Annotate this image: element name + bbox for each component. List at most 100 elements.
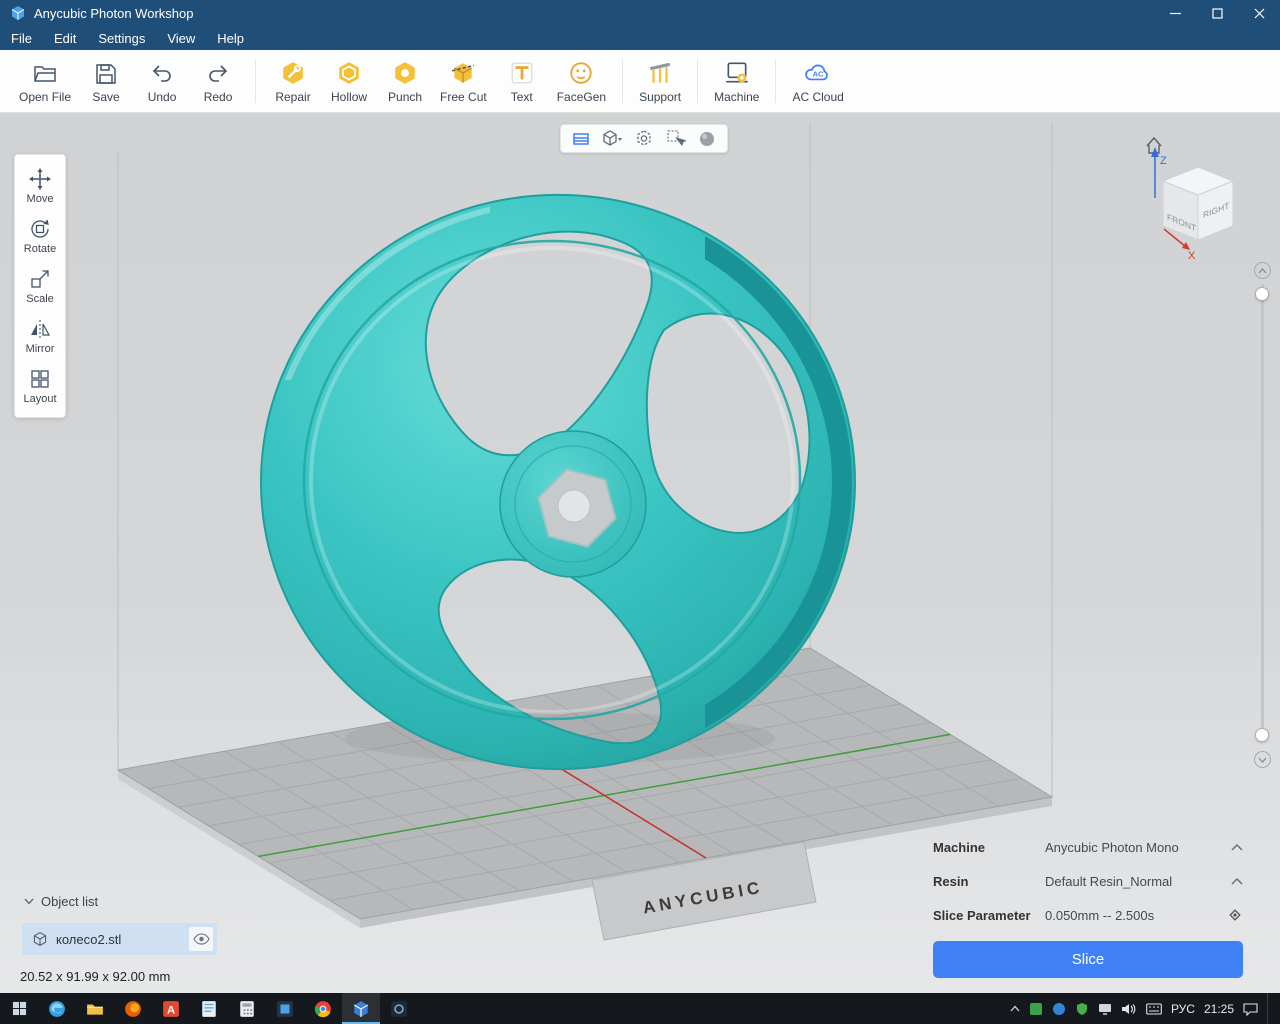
- view-cube[interactable]: Z FRONT RIGHT X: [1147, 138, 1233, 262]
- redo-icon: [206, 58, 230, 86]
- facegen-button[interactable]: FaceGen: [550, 52, 613, 110]
- start-button[interactable]: [0, 993, 38, 1024]
- layer-slider-up-button[interactable]: [1254, 262, 1271, 279]
- text-button[interactable]: Text: [494, 52, 550, 110]
- hub-center-hole: [558, 490, 590, 522]
- taskbar-notes-app-icon[interactable]: [190, 993, 228, 1024]
- visibility-toggle[interactable]: [189, 927, 213, 951]
- layer-slider-upper-handle[interactable]: [1255, 287, 1269, 301]
- title-bar: Anycubic Photon Workshop: [0, 0, 1280, 26]
- slice-button[interactable]: Slice: [933, 941, 1243, 978]
- object-list-header[interactable]: Object list: [24, 894, 98, 909]
- taskbar-photon-workshop-icon[interactable]: [342, 993, 380, 1024]
- text-icon: [509, 58, 535, 86]
- machine-button[interactable]: Machine: [707, 52, 766, 110]
- save-button[interactable]: Save: [78, 52, 134, 110]
- repair-button[interactable]: Repair: [265, 52, 321, 110]
- taskbar: A: [0, 993, 1280, 1024]
- menu-bar: File Edit Settings View Help: [0, 26, 1280, 50]
- slice-parameter-edit-icon[interactable]: [1227, 907, 1243, 923]
- menu-view[interactable]: View: [156, 28, 206, 49]
- volume-icon[interactable]: [1121, 1002, 1137, 1016]
- close-button[interactable]: [1238, 0, 1280, 26]
- taskbar-edge-icon[interactable]: [38, 993, 76, 1024]
- language-indicator[interactable]: РУС: [1171, 1002, 1195, 1016]
- transparent-view-button[interactable]: [631, 127, 657, 151]
- model-dimensions: 20.52 x 91.99 x 92.00 mm: [20, 969, 170, 984]
- app-logo-icon: [10, 5, 26, 21]
- mirror-tool[interactable]: Mirror: [15, 311, 65, 361]
- layer-slider-down-button[interactable]: [1254, 751, 1271, 768]
- free-cut-button[interactable]: Free Cut: [433, 52, 494, 110]
- chevron-down-icon: [24, 898, 34, 905]
- window-title: Anycubic Photon Workshop: [34, 6, 193, 21]
- undo-icon: [150, 58, 174, 86]
- show-desktop-button[interactable]: [1267, 993, 1272, 1024]
- punch-button[interactable]: Punch: [377, 52, 433, 110]
- machine-row[interactable]: Machine Anycubic Photon Mono: [933, 835, 1243, 859]
- build-plate: ANYCUBIC: [118, 648, 1052, 940]
- object-list-title: Object list: [41, 894, 98, 909]
- move-tool[interactable]: Move: [15, 161, 65, 211]
- menu-file[interactable]: File: [0, 28, 43, 49]
- machine-collapse-icon[interactable]: [1231, 843, 1243, 851]
- taskbar-firefox-icon[interactable]: [114, 993, 152, 1024]
- taskbar-calculator-app-icon[interactable]: [228, 993, 266, 1024]
- taskbar-chrome-icon[interactable]: [304, 993, 342, 1024]
- clock[interactable]: 21:25: [1204, 1002, 1234, 1016]
- rotate-tool[interactable]: Rotate: [15, 211, 65, 261]
- model-wheel[interactable]: [261, 195, 855, 769]
- slice-parameter-row[interactable]: Slice Parameter 0.050mm -- 2.500s: [933, 903, 1243, 927]
- tray-antivirus-icon[interactable]: [1029, 1002, 1043, 1016]
- machine-icon: [724, 58, 750, 86]
- transform-tool-panel: Move Rotate Scale Mirror La: [14, 154, 66, 418]
- rotate-icon: [29, 218, 51, 240]
- render-mode-button[interactable]: [599, 127, 625, 151]
- free-cut-icon: [450, 58, 476, 86]
- resin-row[interactable]: Resin Default Resin_Normal: [933, 869, 1243, 893]
- menu-edit[interactable]: Edit: [43, 28, 87, 49]
- tray-shield-icon[interactable]: [1075, 1002, 1089, 1016]
- axis-x-label: X: [1188, 250, 1196, 262]
- support-button[interactable]: Support: [632, 52, 688, 110]
- facegen-icon: [568, 58, 594, 86]
- layer-slider-track[interactable]: [1261, 284, 1264, 742]
- layout-tool[interactable]: Layout: [15, 361, 65, 411]
- layout-icon: [29, 368, 51, 390]
- plate-view-button[interactable]: [568, 127, 594, 151]
- resin-collapse-icon[interactable]: [1231, 877, 1243, 885]
- open-file-button[interactable]: Open File: [12, 52, 78, 110]
- sphere-view-button[interactable]: [694, 127, 720, 151]
- mirror-icon: [29, 318, 51, 340]
- action-center-icon[interactable]: [1243, 1002, 1258, 1016]
- scale-tool[interactable]: Scale: [15, 261, 65, 311]
- minimize-button[interactable]: [1154, 0, 1196, 26]
- maximize-button[interactable]: [1196, 0, 1238, 26]
- taskbar-camera-app-icon[interactable]: [380, 993, 418, 1024]
- support-icon: [647, 58, 673, 86]
- ac-cloud-button[interactable]: AC AC Cloud: [785, 52, 850, 110]
- tray-monitor-icon[interactable]: [1098, 1002, 1112, 1016]
- layer-slider-lower-handle[interactable]: [1255, 728, 1269, 742]
- axis-z-label: Z: [1160, 155, 1167, 167]
- hollow-icon: [336, 58, 362, 86]
- select-tool-button[interactable]: [663, 127, 689, 151]
- undo-button[interactable]: Undo: [134, 52, 190, 110]
- app-window: Anycubic Photon Workshop File Edit Setti…: [0, 0, 1280, 1024]
- move-icon: [29, 168, 51, 190]
- object-list-item[interactable]: колесо2.stl: [22, 923, 217, 955]
- toolbar-separator: [622, 59, 623, 103]
- taskbar-file-explorer-icon[interactable]: [76, 993, 114, 1024]
- menu-settings[interactable]: Settings: [87, 28, 156, 49]
- touch-keyboard-icon[interactable]: [1146, 1003, 1162, 1015]
- viewport-canvas[interactable]: ANYCUBIC Z FRONT RIGHT X: [0, 113, 1280, 993]
- menu-help[interactable]: Help: [206, 28, 255, 49]
- taskbar-app-a-icon[interactable]: A: [152, 993, 190, 1024]
- tray-app-blue-icon[interactable]: [1052, 1002, 1066, 1016]
- taskbar-office-app-icon[interactable]: [266, 993, 304, 1024]
- eye-icon: [193, 933, 210, 945]
- object-cube-icon: [32, 931, 48, 947]
- redo-button[interactable]: Redo: [190, 52, 246, 110]
- hidden-icons-chevron[interactable]: [1010, 1005, 1020, 1012]
- hollow-button[interactable]: Hollow: [321, 52, 377, 110]
